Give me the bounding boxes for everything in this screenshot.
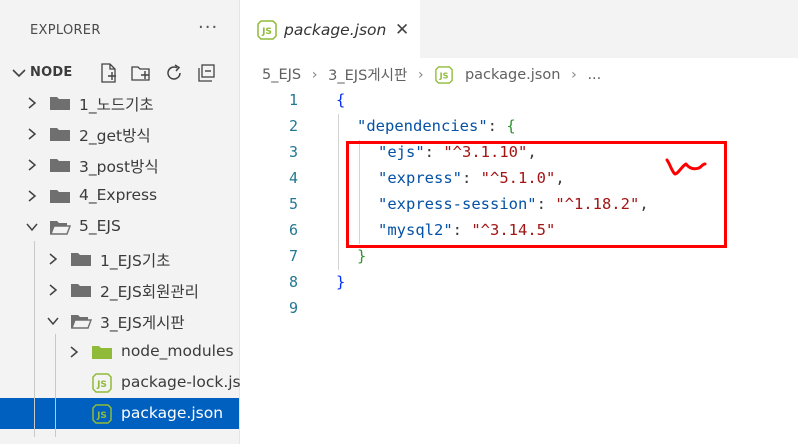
svg-text:JS: JS [96, 380, 107, 390]
new-file-icon[interactable] [98, 62, 120, 84]
explorer-sidebar: EXPLORER ··· NODE 1_노드기초 2_get방식 3_post방식 4… [0, 0, 255, 444]
tree-item-label: 2_EJS회원관리 [100, 282, 199, 301]
chevron-right-icon: › [417, 66, 424, 83]
tree-folder-2-get[interactable]: 2_get방식 [0, 118, 239, 149]
chevron-down-icon [12, 69, 26, 78]
tree-folder-4-express[interactable]: 4_Express [0, 180, 239, 211]
json-file-icon: JS [91, 404, 113, 424]
json-key: "dependencies" [357, 117, 488, 135]
collapse-all-icon[interactable] [196, 62, 218, 84]
json-file-icon: JS [435, 65, 454, 84]
chevron-right-icon[interactable] [25, 95, 39, 109]
indent-guide [338, 114, 339, 270]
tree-item-label: node_modules [121, 341, 234, 360]
breadcrumb: 5_EJS › 3_EJS게시판 › JS package.json › ... [262, 64, 601, 85]
tree-item-label: package.json [121, 404, 224, 422]
chevron-right-icon[interactable] [25, 157, 39, 171]
json-file-icon: JS [91, 373, 113, 393]
json-brace: { [336, 91, 346, 109]
folder-icon [49, 155, 71, 175]
svg-text:JS: JS [261, 27, 272, 37]
line-number: 2 [288, 117, 298, 135]
json-colon: : [487, 117, 507, 135]
chevron-right-icon[interactable] [46, 251, 60, 265]
chevron-down-icon[interactable] [25, 219, 39, 233]
line-number: 4 [288, 169, 298, 187]
line-number: 5 [288, 195, 298, 213]
chevron-right-icon[interactable] [46, 282, 60, 296]
tree-item-label: 1_EJS기초 [100, 251, 171, 270]
tree-item-label: 5_EJS [79, 217, 121, 236]
line-number: 3 [288, 143, 298, 161]
chevron-down-icon[interactable] [46, 313, 60, 327]
line-number: 9 [288, 299, 298, 317]
svg-text:JS: JS [439, 70, 449, 80]
tree-indent-guide [55, 334, 56, 437]
chevron-right-icon: › [571, 66, 577, 83]
tab-label: package.json [284, 21, 387, 39]
tree-indent-guide [34, 241, 35, 437]
tree-item-label: 1_노드기초 [79, 96, 154, 114]
line-number: 7 [288, 247, 298, 265]
tab-bar: JS package.json ✕ [240, 0, 798, 58]
folder-open-icon [49, 217, 72, 237]
tree-file-package-lock[interactable]: JS package-lock.js... [0, 367, 255, 398]
tree-item-label: 3_post방식 [79, 158, 159, 177]
section-header-node[interactable]: NODE [0, 60, 240, 86]
breadcrumb-item[interactable]: 3_EJS게시판 [328, 64, 407, 85]
tree-item-label: 2_get방식 [79, 127, 151, 146]
breadcrumb-item[interactable]: 5_EJS [262, 67, 301, 83]
node-modules-folder-icon [91, 342, 113, 362]
folder-icon [70, 249, 92, 269]
json-brace: { [506, 117, 516, 135]
folder-open-icon [70, 311, 93, 331]
chevron-right-icon[interactable] [25, 188, 39, 202]
folder-icon [49, 93, 71, 113]
tree-folder-2-ejs-member[interactable]: 2_EJS회원관리 [0, 274, 239, 305]
tab-package-json[interactable]: JS package.json ✕ [240, 0, 420, 58]
line-number: 8 [288, 273, 298, 291]
line-number: 6 [288, 221, 298, 239]
chevron-right-icon: › [311, 66, 318, 83]
folder-icon [70, 280, 92, 300]
more-actions-icon[interactable]: ··· [198, 17, 218, 38]
code-line: 8 } [240, 270, 798, 296]
code-line: 2 "dependencies": { [240, 114, 798, 140]
tree-folder-1-ejs-basics[interactable]: 1_EJS기초 [0, 243, 239, 274]
code-line: 1 { [240, 88, 798, 114]
breadcrumb-item[interactable]: ... [587, 67, 601, 83]
folder-icon [49, 186, 71, 206]
tree-item-label: package-lock.js... [121, 372, 256, 391]
tree-file-package-json[interactable]: JS package.json [0, 398, 239, 429]
refresh-icon[interactable] [163, 62, 185, 84]
explorer-title: EXPLORER [30, 23, 101, 38]
line-number: 1 [288, 91, 298, 109]
json-file-icon: JS [257, 20, 277, 40]
folder-icon [49, 124, 71, 144]
tree-folder-1-node-basics[interactable]: 1_노드기초 [0, 87, 239, 118]
tree-folder-node-modules[interactable]: node_modules [0, 336, 239, 367]
breadcrumb-item[interactable]: package.json [465, 67, 560, 83]
json-brace: } [336, 273, 346, 291]
tree-folder-3-post[interactable]: 3_post방식 [0, 149, 239, 180]
json-brace: } [357, 247, 367, 265]
tree-item-label: 4_Express [79, 186, 158, 205]
svg-text:JS: JS [96, 411, 107, 421]
tree-item-label: 3_EJS게시판 [100, 313, 185, 332]
close-icon[interactable]: ✕ [395, 20, 409, 40]
tree-folder-5-ejs[interactable]: 5_EJS [0, 211, 239, 242]
handwritten-check-mark [665, 158, 707, 176]
tree-folder-3-ejs-board[interactable]: 3_EJS게시판 [0, 305, 239, 336]
explorer-header: EXPLORER ··· [0, 0, 240, 62]
new-folder-icon[interactable] [130, 62, 152, 84]
chevron-right-icon[interactable] [67, 344, 81, 358]
section-title: NODE [30, 65, 73, 80]
code-line: 9 [240, 296, 798, 322]
chevron-right-icon[interactable] [25, 126, 39, 140]
